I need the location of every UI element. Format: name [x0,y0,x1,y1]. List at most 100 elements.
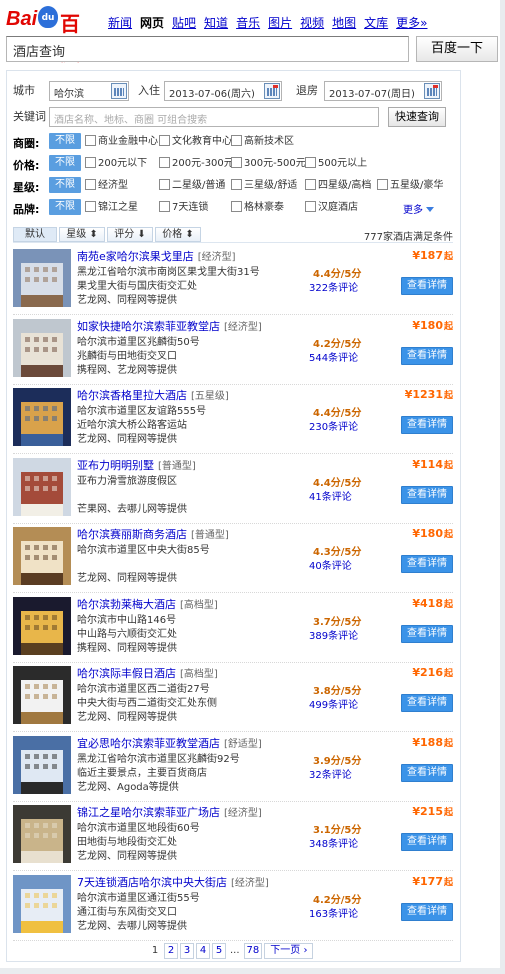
filter-price-option[interactable]: 300元-500元 [231,156,306,171]
hotel-name-link[interactable]: 7天连锁酒店哈尔滨中央大街店 [经济型] [77,874,269,890]
city-input[interactable]: 哈尔滨 [49,81,129,101]
hotel-photo[interactable] [13,666,71,724]
page-last[interactable]: 78 [243,943,263,959]
filter-brand-all[interactable]: 不限 [49,199,81,215]
hotel-reviews-link[interactable]: 348条评论 [309,835,358,850]
sort-score[interactable]: 评分 ⬇ [107,227,153,242]
filter-price-option[interactable]: 500元以上 [305,156,367,171]
calendar-icon[interactable] [264,83,280,99]
view-details-button[interactable]: 查看详情 [401,277,453,295]
checkbox[interactable] [85,201,96,212]
page-5[interactable]: 5 [212,943,226,959]
next-page-button[interactable]: 下一页 › [264,943,314,959]
filter-area-option[interactable]: 高新技术区 [231,134,294,149]
search-input[interactable]: 酒店查询 [6,36,409,62]
filter-star-option[interactable]: 二星级/普通 [159,178,225,193]
checkbox[interactable] [305,157,316,168]
filter-star-all[interactable]: 不限 [49,177,81,193]
filter-brand-option[interactable]: 7天连锁 [159,200,208,215]
nav-web[interactable]: 网页 [140,14,164,31]
hotel-reviews-link[interactable]: 389条评论 [309,627,358,642]
checkbox[interactable] [159,157,170,168]
checkbox[interactable] [305,201,316,212]
nav-map[interactable]: 地图 [332,14,356,31]
filter-price-all[interactable]: 不限 [49,155,81,171]
sort-price[interactable]: 价格 ⬍ [155,227,201,242]
hotel-reviews-link[interactable]: 32条评论 [309,766,352,781]
hotel-name-link[interactable]: 南苑e家哈尔滨果戈里店 [经济型] [77,248,236,264]
view-details-button[interactable]: 查看详情 [401,555,453,573]
calendar-icon[interactable] [424,83,440,99]
filter-brand-option[interactable]: 格林豪泰 [231,200,284,215]
view-details-button[interactable]: 查看详情 [401,416,453,434]
checkbox[interactable] [159,201,170,212]
hotel-name-link[interactable]: 哈尔滨赛丽斯商务酒店 [普通型] [77,526,229,542]
filter-area-option[interactable]: 商业金融中心 [85,134,158,149]
quick-search-button[interactable]: 快速查询 [388,107,446,127]
filter-star-option[interactable]: 四星级/高档 [305,178,371,193]
view-details-button[interactable]: 查看详情 [401,346,453,365]
hotel-reviews-link[interactable]: 230条评论 [309,418,358,433]
filter-area-option[interactable]: 文化教育中心 [159,134,232,149]
hotel-reviews-link[interactable]: 41条评论 [309,488,352,503]
hotel-name-link[interactable]: 如家快捷哈尔滨索菲亚教堂店 [经济型] [77,318,262,334]
hotel-reviews-link[interactable]: 163条评论 [309,905,358,920]
nav-music[interactable]: 音乐 [236,14,260,31]
sort-default[interactable]: 默认 [13,227,57,242]
search-button[interactable]: 百度一下 [416,36,498,62]
nav-tieba[interactable]: 贴吧 [172,14,196,31]
filter-price-option[interactable]: 200元以下 [85,156,147,171]
hotel-reviews-link[interactable]: 40条评论 [309,557,352,572]
filter-star-option[interactable]: 经济型 [85,178,128,193]
checkbox[interactable] [85,135,96,146]
filter-brand-option[interactable]: 汉庭酒店 [305,200,358,215]
checkin-input[interactable]: 2013-07-06(周六) [164,81,282,101]
filter-star-option[interactable]: 五星级/豪华 [377,178,443,193]
checkbox[interactable] [85,157,96,168]
city-picker-icon[interactable] [111,83,127,99]
page-3[interactable]: 3 [180,943,194,959]
hotel-photo[interactable] [13,318,71,377]
nav-wenku[interactable]: 文库 [364,14,388,31]
hotel-photo[interactable] [13,805,71,863]
hotel-name-link[interactable]: 哈尔滨香格里拉大酒店 [五星级] [77,387,229,403]
page-4[interactable]: 4 [196,943,210,959]
checkbox[interactable] [231,157,242,168]
sort-star[interactable]: 星级 ⬍ [59,227,105,242]
page-1[interactable]: 1 [148,943,162,959]
checkbox[interactable] [377,179,388,190]
checkbox[interactable] [159,179,170,190]
hotel-photo[interactable] [13,735,71,794]
hotel-photo[interactable] [13,874,71,933]
checkbox[interactable] [231,179,242,190]
view-details-button[interactable]: 查看详情 [401,763,453,782]
hotel-photo[interactable] [13,596,71,655]
hotel-name-link[interactable]: 锦江之星哈尔滨索菲亚广场店 [经济型] [77,804,262,820]
checkbox[interactable] [305,179,316,190]
view-details-button[interactable]: 查看详情 [401,694,453,712]
hotel-name-link[interactable]: 哈尔滨际丰假日酒店 [高档型] [77,665,218,681]
checkout-input[interactable]: 2013-07-07(周日) [324,81,442,101]
nav-more[interactable]: 更多» [396,14,427,31]
filter-area-all[interactable]: 不限 [49,133,81,149]
nav-zhidao[interactable]: 知道 [204,14,228,31]
nav-video[interactable]: 视频 [300,14,324,31]
filter-brand-more[interactable]: 更多 [403,201,434,216]
page-2[interactable]: 2 [164,943,178,959]
hotel-photo[interactable] [13,457,71,516]
hotel-reviews-link[interactable]: 322条评论 [309,279,358,294]
keyword-input[interactable]: 酒店名称、地标、商圈 可组合搜索 [49,107,379,127]
baidu-logo[interactable]: Bai du 百度 [6,6,96,65]
filter-star-option[interactable]: 三星级/舒适 [231,178,297,193]
view-details-button[interactable]: 查看详情 [401,902,453,921]
hotel-photo[interactable] [13,527,71,585]
view-details-button[interactable]: 查看详情 [401,833,453,851]
hotel-name-link[interactable]: 宜必思哈尔滨索菲亚教堂酒店 [舒适型] [77,735,262,751]
checkbox[interactable] [159,135,170,146]
nav-news[interactable]: 新闻 [108,14,132,31]
filter-brand-option[interactable]: 锦江之星 [85,200,138,215]
checkbox[interactable] [231,135,242,146]
view-details-button[interactable]: 查看详情 [401,624,453,643]
hotel-photo[interactable] [13,388,71,446]
checkbox[interactable] [85,179,96,190]
